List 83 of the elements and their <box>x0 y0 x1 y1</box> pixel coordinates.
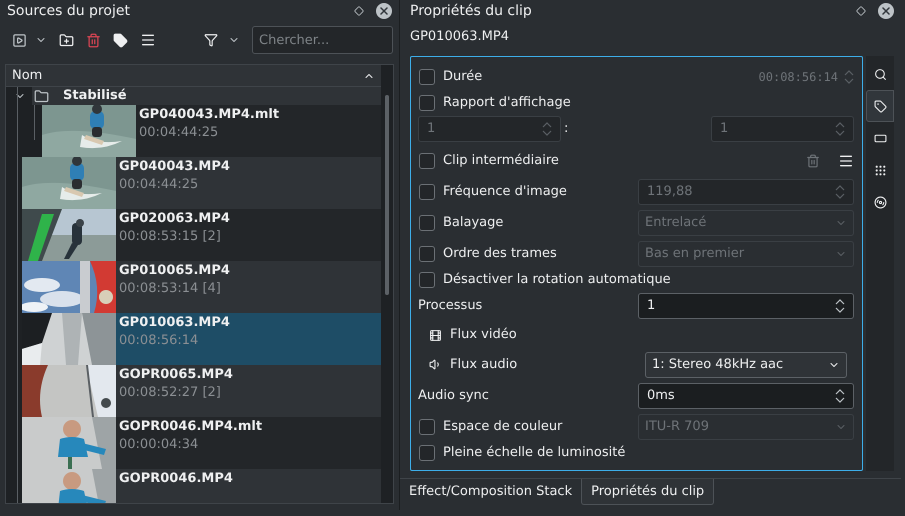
clip-item[interactable]: GP040043.MP4 00:04:44:25 <box>22 157 381 209</box>
stream-label: Flux audio <box>450 356 518 374</box>
checkbox[interactable] <box>419 152 435 168</box>
checkbox[interactable] <box>419 94 435 110</box>
field-label: Processus <box>418 296 484 315</box>
clip-item[interactable]: GOPR0065.MP4 00:08:52:27 [2] <box>22 365 381 417</box>
close-icon <box>378 5 390 17</box>
option-label: Clip intermédiaire <box>443 152 559 170</box>
clip-name: GOPR0046.MP4 <box>119 470 233 488</box>
tag-icon[interactable] <box>113 32 128 48</box>
scrollbar-thumb[interactable] <box>385 95 389 295</box>
speaker-icon <box>429 358 442 371</box>
folder-name: Stabilisé <box>63 87 127 106</box>
film-icon <box>429 328 442 342</box>
float-icon[interactable] <box>856 6 866 16</box>
menu-icon[interactable] <box>838 152 854 168</box>
spin-arrows-icon[interactable] <box>835 388 845 404</box>
clip-item[interactable]: GP010065.MP4 00:08:53:14 [4] <box>22 261 381 313</box>
clip-duration: 00:08:52:27 [2] <box>119 384 222 402</box>
column-header[interactable]: Nom <box>6 65 381 87</box>
tab[interactable]: Effect/Composition Stack <box>400 479 582 505</box>
clip-duration: 00:08:53:15 [2] <box>119 228 222 246</box>
clip-item[interactable]: GOPR0046.MP4 <box>22 469 381 503</box>
dropdown[interactable]: 1: Stereo 48kHz aac <box>645 352 847 378</box>
clip-duration: 00:00:04:34 <box>119 436 200 454</box>
dot-grid-icon <box>874 164 886 176</box>
option-label: Ordre des trames <box>443 244 557 263</box>
add-folder-icon[interactable] <box>59 32 74 48</box>
search-field[interactable]: Chercher... <box>252 26 393 54</box>
clip-duration: 00:04:44:25 <box>119 176 200 194</box>
folder-icon <box>34 88 49 104</box>
panel-title: Sources du projet <box>7 2 131 20</box>
disc-icon <box>874 196 886 208</box>
clip-item[interactable]: GP040043.MP4.mlt 00:04:44:25 <box>42 105 381 157</box>
option-label: Espace de couleur <box>443 418 562 436</box>
clip-name: GP040043.MP4 <box>119 158 230 176</box>
checkbox[interactable] <box>419 68 435 84</box>
field-label: Audio sync <box>418 386 490 405</box>
option-label: Fréquence d'image <box>443 182 567 201</box>
checkbox[interactable] <box>419 418 435 434</box>
filter-icon[interactable] <box>204 33 218 47</box>
option-label: Durée <box>443 68 482 86</box>
delete-icon[interactable] <box>806 154 820 168</box>
checkbox[interactable] <box>419 246 435 262</box>
tag-icon <box>874 100 886 112</box>
checkbox[interactable] <box>419 214 435 230</box>
clip-item[interactable]: GP020063.MP4 00:08:53:15 [2] <box>22 209 381 261</box>
clip-duration: 00:08:56:14 <box>119 332 200 350</box>
close-button[interactable] <box>376 3 392 19</box>
rectangle-icon <box>874 132 886 144</box>
clip-name: GP010063.MP4 <box>119 314 230 332</box>
option-label: Rapport d'affichage <box>443 94 571 112</box>
float-icon[interactable] <box>354 6 364 16</box>
tab[interactable]: Propriétés du clip <box>581 479 714 505</box>
search-icon <box>874 68 886 80</box>
clip-name: GOPR0046.MP4.mlt <box>119 418 262 436</box>
side-tab[interactable] <box>866 90 894 122</box>
clip-name: GP040043.MP4.mlt <box>139 106 280 124</box>
clip-name: GP020063.MP4 <box>119 210 230 228</box>
checkbox[interactable] <box>419 444 435 460</box>
option-label: Désactiver la rotation automatique <box>443 270 671 289</box>
menu-icon[interactable] <box>140 32 156 48</box>
clip-duration: 00:04:44:25 <box>139 124 220 142</box>
delete-icon[interactable] <box>86 32 101 48</box>
panel-title: Propriétés du clip <box>410 2 533 20</box>
clip-icon[interactable] <box>12 32 27 48</box>
clip-name: GOPR0065.MP4 <box>119 366 233 384</box>
clip-title: GP010063.MP4 <box>409 28 510 46</box>
close-button[interactable] <box>878 3 894 19</box>
clip-item[interactable]: GP010063.MP4 00:08:56:14 <box>22 313 381 365</box>
clip-duration: 00:08:53:14 [4] <box>119 280 222 298</box>
close-icon <box>880 5 892 17</box>
ratio-separator: : <box>564 120 568 138</box>
checkbox[interactable] <box>419 272 435 288</box>
spin-arrows-icon[interactable] <box>835 298 845 314</box>
option-label: Pleine échelle de luminosité <box>443 444 626 462</box>
stream-label: Flux vidéo <box>450 326 517 344</box>
clip-name: GP010065.MP4 <box>119 262 230 280</box>
checkbox[interactable] <box>419 184 435 200</box>
option-label: Balayage <box>443 214 504 232</box>
spin-field[interactable]: 0ms <box>638 382 854 408</box>
spin-field[interactable]: 1 <box>638 292 854 318</box>
folder-item[interactable]: Stabilisé <box>32 87 381 105</box>
